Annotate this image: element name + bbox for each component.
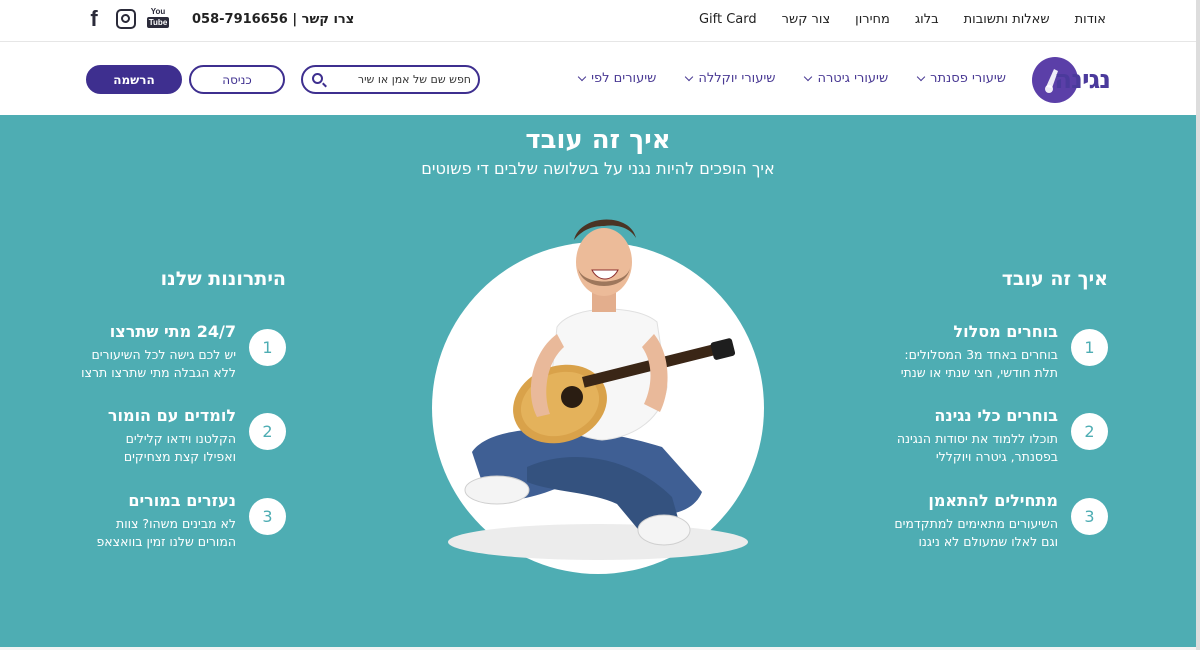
step-line: השיעורים מתאימים למתקדמים [894, 516, 1058, 531]
advantage-item: 1 24/7 מתי שתרצו יש לכם גישה לכל השיעורי… [26, 322, 286, 392]
step-title: בוחרים מסלול [953, 322, 1058, 341]
facebook-icon[interactable]: f [84, 8, 104, 30]
youtube-icon[interactable]: You Tube [146, 7, 170, 30]
advantage-line: יש לכם גישה לכל השיעורים [91, 347, 236, 362]
nav-lessons-ukulele[interactable]: שיעורי יוקללה [685, 71, 776, 86]
advantage-number: 1 [249, 329, 286, 366]
youtube-you-text: You [150, 7, 166, 16]
step-title: בוחרים כלי נגינה [934, 406, 1058, 425]
top-nav: אודות שאלות ותשובות בלוג מחירון צור קשר … [699, 12, 1106, 27]
top-nav-faq[interactable]: שאלות ותשובות [964, 12, 1050, 27]
advantage-description: לא מבינים משהו? צוות המורים שלנו זמין בו… [97, 515, 237, 551]
nav-lessons-piano[interactable]: שיעורי פסנתר [916, 71, 1006, 86]
search-icon[interactable] [312, 73, 323, 84]
advantage-line: המורים שלנו זמין בוואצאפ [96, 534, 237, 549]
chevron-down-icon [916, 72, 926, 82]
main-nav: שיעורי פסנתר שיעורי גיטרה שיעורי יוקללה … [577, 71, 1006, 86]
search-input[interactable] [331, 70, 471, 89]
step-number: 1 [1071, 329, 1108, 366]
advantage-description: יש לכם גישה לכל השיעורים ללא הגבלה מתי ש… [81, 346, 236, 382]
step-item: 3 מתחילים להתאמן השיעורים מתאימים למתקדמ… [848, 491, 1108, 561]
step-line: תלת חודשי, חצי שנתי או שנתי [900, 365, 1058, 380]
advantage-description: הקלטנו וידאו קלילים ואפילו קצת מצחיקים [124, 430, 236, 466]
advantage-line: ואפילו קצת מצחיקים [123, 449, 236, 464]
instagram-icon[interactable] [116, 8, 136, 30]
advantage-item: 3 נעזרים במורים לא מבינים משהו? צוות המו… [26, 491, 286, 561]
step-description: תוכלו ללמוד את יסודות הנגינה בפסנתר, גיט… [897, 430, 1058, 466]
site-logo[interactable]: נגינה [1032, 55, 1112, 103]
nav-label: שיעורי יוקללה [698, 71, 776, 86]
search-box [301, 65, 480, 94]
top-bar: אודות שאלות ותשובות בלוג מחירון צור קשר … [0, 0, 1196, 42]
step-line: תוכלו ללמוד את יסודות הנגינה [896, 431, 1058, 446]
nav-lessons-by[interactable]: שיעורים לפי [577, 71, 657, 86]
youtube-tube-text: Tube [146, 17, 170, 28]
top-nav-blog[interactable]: בלוג [915, 12, 939, 27]
main-header: נגינה שיעורי פסנתר שיעורי גיטרה שיעורי י… [0, 43, 1196, 115]
top-nav-gift-card[interactable]: Gift Card [699, 12, 757, 27]
section-title: איך זה עובד [525, 125, 671, 155]
advantage-number: 2 [249, 413, 286, 450]
login-button[interactable]: כניסה [189, 65, 285, 94]
advantage-title: 24/7 מתי שתרצו [109, 322, 236, 341]
step-title: מתחילים להתאמן [928, 491, 1058, 510]
chevron-down-icon [577, 72, 587, 82]
advantage-item: 2 לומדים עם הומור הקלטנו וידאו קלילים וא… [26, 406, 286, 476]
nav-label: שיעורים לפי [591, 71, 657, 86]
logo-text: נגינה [1054, 65, 1111, 95]
nav-label: שיעורי פסנתר [930, 71, 1006, 86]
guitarist-photo [432, 219, 764, 574]
step-line: וגם לאלו שמעולם לא ניגנו [918, 534, 1058, 549]
step-number: 2 [1071, 413, 1108, 450]
how-it-works-section: איך זה עובד איך הופכים להיות נגני על בשל… [0, 115, 1196, 647]
how-it-works-heading: איך זה עובד [1001, 268, 1108, 290]
advantage-number: 3 [249, 498, 286, 535]
social-links: f You Tube [84, 7, 170, 30]
step-description: בוחרים באחד מ3 המסלולים: תלת חודשי, חצי … [901, 346, 1058, 382]
advantage-title: נעזרים במורים [128, 491, 236, 510]
step-item: 1 בוחרים מסלול בוחרים באחד מ3 המסלולים: … [848, 322, 1108, 392]
step-number: 3 [1071, 498, 1108, 535]
advantage-title: לומדים עם הומור [107, 406, 236, 425]
advantage-line: הקלטנו וידאו קלילים [125, 431, 236, 446]
signup-button[interactable]: הרשמה [86, 65, 182, 94]
contact-phone[interactable]: צרו קשר | 058-7916656 [192, 12, 354, 27]
nav-label: שיעורי גיטרה [817, 71, 889, 86]
top-nav-pricing[interactable]: מחירון [855, 12, 890, 27]
step-line: בוחרים באחד מ3 המסלולים: [904, 347, 1058, 362]
chevron-down-icon [685, 72, 694, 82]
advantage-line: לא מבינים משהו? צוות [116, 516, 236, 531]
step-item: 2 בוחרים כלי נגינה תוכלו ללמוד את יסודות… [848, 406, 1108, 476]
step-line: בפסנתר, גיטרה ויוקללי [935, 449, 1058, 464]
top-nav-contact[interactable]: צור קשר [782, 12, 831, 27]
top-nav-about[interactable]: אודות [1075, 12, 1106, 27]
section-subtitle: איך הופכים להיות נגני על בשלושה שלבים די… [421, 159, 775, 178]
step-description: השיעורים מתאימים למתקדמים וגם לאלו שמעול… [894, 515, 1058, 551]
chevron-down-icon [804, 72, 813, 82]
nav-lessons-guitar[interactable]: שיעורי גיטרה [804, 71, 889, 86]
advantages-heading: היתרונות שלנו [160, 268, 286, 290]
page-scrollbar[interactable] [1196, 0, 1200, 650]
advantage-line: ללא הגבלה מתי שתרצו תרצו [81, 365, 236, 380]
